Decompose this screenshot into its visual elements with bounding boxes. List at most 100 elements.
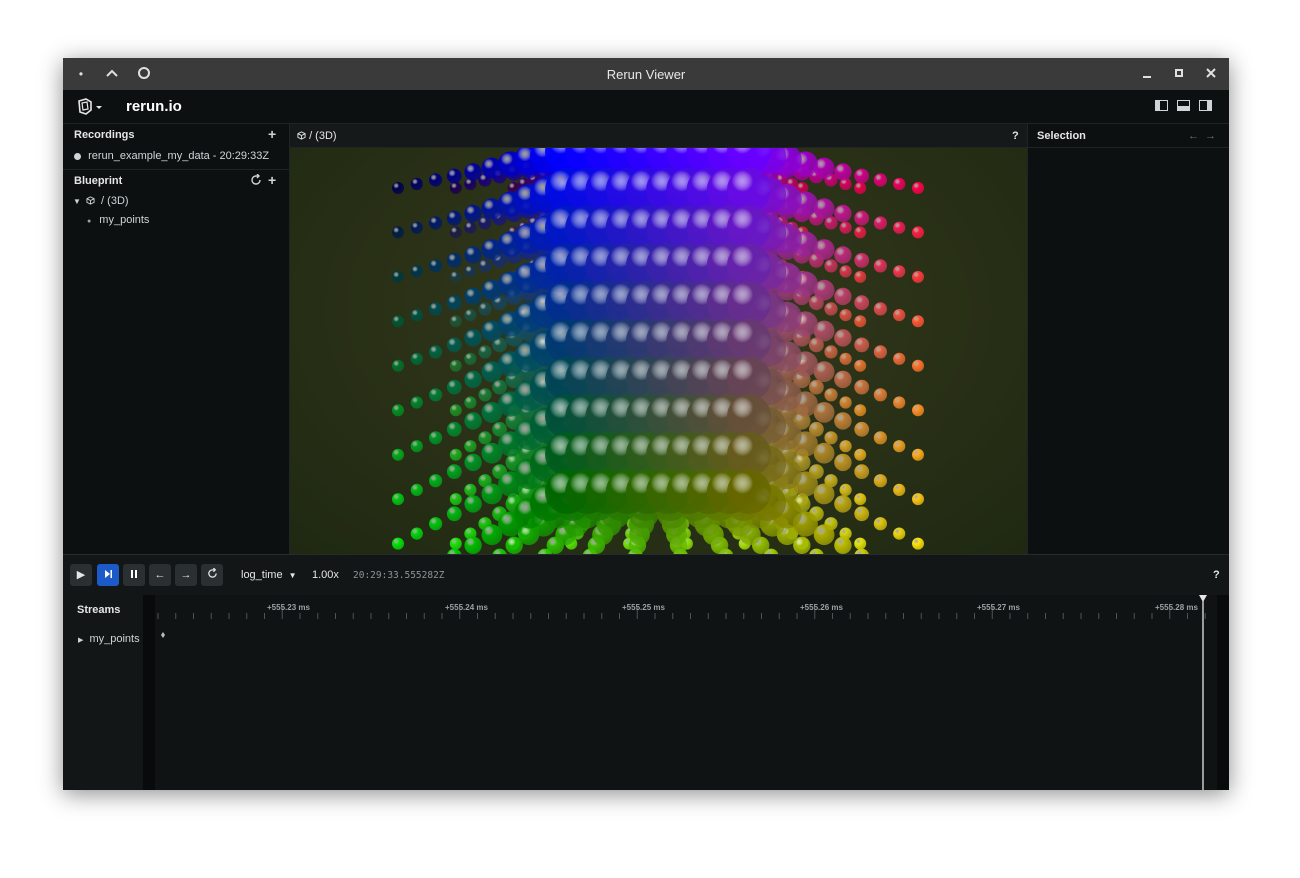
sphere-point (893, 177, 906, 191)
caret-right-icon[interactable]: ▶ (78, 637, 83, 644)
arrow-left-icon[interactable]: ← (1188, 129, 1199, 143)
sphere-point (912, 448, 924, 461)
arrow-right-icon[interactable]: → (175, 564, 197, 586)
sphere-point (912, 359, 924, 372)
sphere-point (478, 431, 492, 445)
sphere-point (824, 431, 838, 445)
sphere-point (873, 173, 888, 187)
blueprint-tree-root[interactable]: ▼ / (3D) (73, 195, 129, 207)
tick-label: +555.27 ms (977, 603, 1020, 612)
sphere-point (446, 464, 462, 479)
sphere-point (446, 337, 462, 353)
sphere-point (449, 315, 462, 328)
recording-item[interactable]: rerun_example_my_data - 20:29:33Z (74, 150, 269, 162)
tick-label: +555.25 ms (622, 603, 665, 612)
time-panel-help-button[interactable]: ? (1213, 569, 1220, 581)
sphere-point (854, 506, 870, 522)
sphere-point (839, 440, 852, 453)
caret-down-icon[interactable]: ▼ (73, 197, 81, 206)
play-icon[interactable]: ▶ (70, 564, 92, 586)
sphere-point (410, 527, 423, 540)
sphere-point (873, 388, 888, 402)
sphere-point (824, 345, 838, 359)
sphere-point (854, 253, 870, 268)
sphere-point (410, 440, 423, 453)
maximize-icon[interactable] (1171, 66, 1187, 82)
selection-header: Selection ← → (1028, 124, 1229, 148)
view-title: / (3D) (309, 130, 337, 142)
sphere-point (727, 394, 771, 439)
add-recording-plus-icon[interactable]: + (268, 127, 276, 141)
window-titlebar: • Rerun Viewer (63, 58, 1229, 90)
timeline-selector[interactable]: log_time ▼ (241, 569, 297, 581)
add-view-plus-icon[interactable]: + (268, 173, 276, 187)
arrow-left-icon[interactable]: ← (149, 564, 171, 586)
timeline-ticks (143, 595, 1229, 790)
sphere-point (854, 379, 870, 395)
pause-icon[interactable] (123, 564, 145, 586)
sphere-point (727, 470, 771, 514)
sphere-point (727, 318, 771, 363)
view-tab-bar: / (3D) ? (290, 124, 1027, 148)
step-play-icon[interactable] (97, 564, 119, 586)
blueprint-tree-child[interactable]: ● my_points (87, 214, 149, 226)
sphere-point (839, 396, 852, 409)
view-help-button[interactable]: ? (1012, 130, 1019, 142)
minimize-icon[interactable] (1139, 66, 1155, 82)
close-icon[interactable] (1203, 66, 1219, 82)
sphere-point (873, 517, 888, 531)
app-window: • Rerun Viewer rerun.io Recordings + rer… (63, 58, 1229, 790)
sphere-point (446, 295, 462, 311)
sphere-point (446, 253, 462, 268)
reset-blueprint-icon[interactable] (250, 173, 262, 188)
sphere-point (449, 537, 462, 550)
recordings-header: Recordings + (63, 124, 289, 146)
stream-item[interactable]: ▶ my_points (78, 633, 140, 645)
toggle-left-panel-icon[interactable] (1155, 100, 1168, 111)
view-tab[interactable]: / (3D) (297, 130, 337, 142)
sphere-point (854, 404, 867, 417)
sphere-point (449, 182, 462, 194)
sphere-point (449, 359, 462, 372)
sphere-point (410, 352, 423, 365)
app-top-bar: rerun.io (63, 90, 1229, 124)
timeline-right-edge (1217, 595, 1229, 790)
rerun-logo-menu[interactable] (76, 98, 106, 116)
sphere-point (392, 537, 404, 550)
sphere-point (464, 495, 482, 513)
brand-link[interactable]: rerun.io (126, 98, 182, 115)
sphere-point (449, 270, 462, 283)
sphere-point (492, 379, 507, 395)
sphere-point (873, 345, 888, 359)
sphere-point (873, 216, 888, 230)
tick-label: +555.23 ms (267, 603, 310, 612)
sphere-point (410, 221, 423, 234)
current-time[interactable]: 20:29:33.555282Z (353, 570, 445, 581)
sphere-point (839, 483, 852, 496)
tick-label: +555.28 ms (1155, 603, 1198, 612)
sphere-point (854, 493, 867, 506)
sphere-point (727, 281, 771, 326)
playback-speed[interactable]: 1.00x (312, 569, 339, 581)
loop-icon[interactable] (201, 564, 223, 586)
sphere-point (727, 356, 771, 401)
sphere-point (392, 182, 404, 194)
sphere-point (429, 216, 443, 230)
sphere-point (893, 309, 906, 322)
arrow-right-icon[interactable]: → (1205, 129, 1216, 143)
toggle-right-panel-icon[interactable] (1199, 100, 1212, 111)
sphere-point (464, 412, 482, 430)
sphere-point (410, 177, 423, 191)
toggle-bottom-panel-icon[interactable] (1177, 100, 1190, 111)
sphere-point (809, 379, 824, 395)
sphere-point (839, 309, 852, 322)
sphere-point (834, 495, 852, 513)
sphere-point (727, 432, 771, 477)
sphere-point (854, 168, 870, 184)
sphere-point (449, 404, 462, 417)
timeline-area[interactable]: +555.23 ms +555.24 ms +555.25 ms +555.26… (143, 595, 1229, 790)
3d-viewport[interactable] (290, 148, 1027, 554)
playhead-handle-icon (1199, 595, 1207, 602)
sphere-point (464, 352, 477, 365)
sphere-point (727, 243, 771, 288)
